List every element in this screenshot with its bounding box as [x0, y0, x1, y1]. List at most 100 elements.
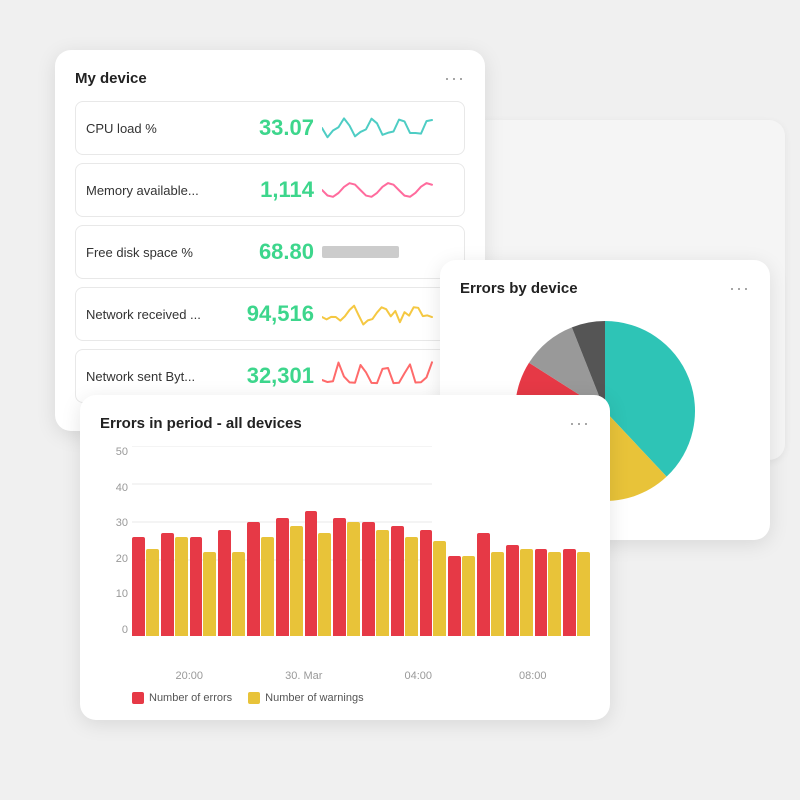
device-card-menu-icon[interactable]: ··· [444, 68, 465, 89]
warning-bar-0 [146, 549, 159, 636]
warning-bar-8 [376, 530, 389, 636]
bars-row [132, 446, 590, 636]
x-label-3: 08:00 [476, 670, 591, 682]
error-bar-13 [506, 545, 519, 636]
bar-group-14 [535, 549, 562, 636]
error-bar-0 [132, 537, 145, 636]
bar-group-5 [276, 518, 303, 636]
legend-label-1: Number of warnings [265, 692, 363, 704]
bar-group-12 [477, 533, 504, 636]
error-bar-8 [362, 522, 375, 636]
error-bar-6 [305, 511, 318, 636]
bar-group-0 [132, 537, 159, 636]
y-label-2: 30 [100, 517, 128, 529]
error-bar-14 [535, 549, 548, 636]
y-label-3: 20 [100, 553, 128, 565]
warning-bar-10 [433, 541, 446, 636]
warning-bar-11 [462, 556, 475, 636]
metric-row-0: CPU load % 33.07 [75, 101, 465, 155]
warning-bar-13 [520, 549, 533, 636]
metric-label-0: CPU load % [86, 121, 216, 136]
device-card-title: My device [75, 70, 147, 87]
error-bar-1 [161, 533, 174, 636]
error-bar-3 [218, 530, 231, 636]
warning-bar-9 [405, 537, 418, 636]
metric-label-4: Network sent Byt... [86, 369, 216, 384]
error-bar-5 [276, 518, 289, 636]
bar-chart-title: Errors in period - all devices [100, 415, 302, 432]
error-bar-11 [448, 556, 461, 636]
warning-bar-14 [548, 552, 561, 636]
bar-group-11 [448, 556, 475, 636]
bar-group-1 [161, 533, 188, 636]
warning-bar-4 [261, 537, 274, 636]
bar-chart-menu-icon[interactable]: ··· [569, 413, 590, 434]
device-card: My device ··· CPU load % 33.07 Memory avai… [55, 50, 485, 431]
errors-device-title: Errors by device [460, 280, 578, 297]
sparkline-4 [322, 358, 454, 394]
y-label-4: 10 [100, 588, 128, 600]
bar-group-7 [333, 518, 360, 636]
x-axis-labels: 20:0030. Mar04:0008:00 [132, 670, 590, 682]
error-bar-15 [563, 549, 576, 636]
y-axis-labels: 50 40 30 20 10 0 [100, 446, 128, 636]
bar-group-13 [506, 545, 533, 636]
chart-legend: Number of errors Number of warnings [132, 692, 590, 704]
sparkline-1 [322, 172, 454, 208]
legend-dot-0 [132, 692, 144, 704]
bar-group-6 [305, 511, 332, 636]
metric-label-1: Memory available... [86, 183, 216, 198]
warning-bar-1 [175, 537, 188, 636]
legend-item-0: Number of errors [132, 692, 232, 704]
sparkline-0 [322, 110, 454, 146]
error-bar-2 [190, 537, 203, 636]
bar-group-15 [563, 549, 590, 636]
metric-value-4: 32,301 [224, 363, 314, 389]
errors-device-header: Errors by device ··· [460, 278, 750, 299]
error-bar-4 [247, 522, 260, 636]
metric-value-2: 68.80 [224, 239, 314, 265]
device-card-header: My device ··· [75, 68, 465, 89]
legend-label-0: Number of errors [149, 692, 232, 704]
bar-chart-header: Errors in period - all devices ··· [100, 413, 590, 434]
error-bar-9 [391, 526, 404, 636]
errors-device-menu-icon[interactable]: ··· [729, 278, 750, 299]
warning-bar-12 [491, 552, 504, 636]
metric-rows-container: CPU load % 33.07 Memory available... 1,114 F… [75, 101, 465, 403]
x-label-0: 20:00 [132, 670, 247, 682]
y-label-5: 0 [100, 624, 128, 636]
warning-bar-7 [347, 522, 360, 636]
error-bar-7 [333, 518, 346, 636]
bar-chart-card: Errors in period - all devices ··· 50 40 3… [80, 395, 610, 720]
warning-bar-2 [203, 552, 216, 636]
bars-area [132, 446, 590, 646]
bar-group-9 [391, 526, 418, 636]
error-bar-10 [420, 530, 433, 636]
metric-value-1: 1,114 [224, 177, 314, 203]
legend-dot-1 [248, 692, 260, 704]
x-label-2: 04:00 [361, 670, 476, 682]
warning-bar-5 [290, 526, 303, 636]
x-label-1: 30. Mar [247, 670, 362, 682]
metric-row-3: Network received ... 94,516 [75, 287, 465, 341]
error-bar-12 [477, 533, 490, 636]
bar-group-10 [420, 530, 447, 636]
sparkline-2 [322, 234, 454, 270]
y-label-1: 40 [100, 482, 128, 494]
bar-group-8 [362, 522, 389, 636]
bar-group-4 [247, 522, 274, 636]
metric-row-2: Free disk space % 68.80 [75, 225, 465, 279]
warning-bar-3 [232, 552, 245, 636]
y-label-0: 50 [100, 446, 128, 458]
bar-group-2 [190, 537, 217, 636]
metric-label-3: Network received ... [86, 307, 216, 322]
warning-bar-6 [318, 533, 331, 636]
metric-row-1: Memory available... 1,114 [75, 163, 465, 217]
legend-item-1: Number of warnings [248, 692, 363, 704]
metric-value-3: 94,516 [224, 301, 314, 327]
sparkline-3 [322, 296, 454, 332]
metric-label-2: Free disk space % [86, 245, 216, 260]
bar-group-3 [218, 530, 245, 636]
metric-value-0: 33.07 [224, 115, 314, 141]
chart-area: 50 40 30 20 10 0 20:0030. Mar04:0008:00 Numbe… [100, 446, 590, 704]
